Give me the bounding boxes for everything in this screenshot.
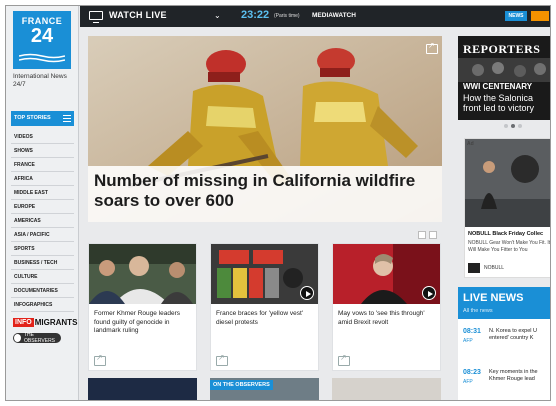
top-stories-button[interactable]: TOP STORIES <box>11 111 74 126</box>
logo-line1: FRANCE <box>21 16 63 26</box>
infomigrants-prefix: INFO <box>13 318 34 327</box>
sidebar-nav-item[interactable]: SHOWS <box>11 144 74 158</box>
ad-brand: NOBULL <box>468 263 504 273</box>
grid-view-icon[interactable] <box>418 231 426 239</box>
ad-title: NOBULL Black Friday Collec <box>468 231 544 237</box>
sidebar-nav-item[interactable]: CULTURE <box>11 270 74 284</box>
sidebar-nav-item[interactable]: DOCUMENTARIES <box>11 284 74 298</box>
sidebar-nav: VIDEOS SHOWS FRANCE AFRICA MIDDLE EAST EUROPE… <box>11 130 74 312</box>
infomigrants-logo[interactable]: INFO MIGRANTS <box>13 317 77 328</box>
advertisement[interactable]: Ad NOBULL Black Friday Collec NOBULL Gea… <box>464 138 551 278</box>
france24-logo[interactable]: FRANCE 24 <box>13 11 71 69</box>
carousel-dot[interactable] <box>504 124 508 128</box>
news-text: Key moments in the Khmer Rouge lead <box>489 369 538 382</box>
card-caption: France braces for 'yellow vest' diesel p… <box>216 310 304 326</box>
share-icon[interactable] <box>338 353 350 366</box>
observers-label: ON THE OBSERVERS <box>210 380 273 390</box>
eye-icon <box>14 334 21 342</box>
ad-brand-icon <box>468 263 480 273</box>
play-icon[interactable] <box>300 286 314 300</box>
menu-button[interactable] <box>531 11 549 21</box>
hero-caption: Number of missing in California wildfire… <box>88 166 442 222</box>
tagline: International News 24/7 <box>13 73 67 88</box>
ad-brand-label: NOBULL <box>484 265 505 271</box>
share-icon[interactable] <box>94 353 106 366</box>
list-view-icon[interactable] <box>429 231 437 239</box>
hamburger-icon[interactable] <box>63 115 71 122</box>
reporters-headline: WWI CENTENARY <box>463 82 533 91</box>
live-news-title: LIVE NEWS <box>463 292 524 304</box>
reporters-subtitle: How the Salonica front led to victory <box>463 93 535 113</box>
tv-icon <box>89 10 103 23</box>
sidebar-nav-item[interactable]: MIDDLE EAST <box>11 186 74 200</box>
reporters-logo: REPORTERS <box>463 42 541 56</box>
hero-share-icon[interactable] <box>426 41 438 54</box>
browser-frame: FRANCE 24 International News 24/7 TOP ST… <box>5 5 551 401</box>
live-news-subtitle[interactable]: All the news <box>463 308 493 314</box>
carousel-dots[interactable] <box>504 124 522 128</box>
sidebar-nav-item[interactable]: AFRICA <box>11 172 74 186</box>
live-news-header[interactable]: LIVE NEWS All the news <box>458 287 550 319</box>
news-time: 08:31 <box>463 328 481 335</box>
top-bar: WATCH LIVE ⌄ 23:22 (Paris time) MEDIAWAT… <box>80 6 550 27</box>
card-caption: May vows to 'see this through' amid Brex… <box>338 310 425 326</box>
news-time: 08:23 <box>463 369 481 376</box>
reporters-promo[interactable]: REPORTERS WWI CENTENARY How the Salonica… <box>458 36 550 120</box>
story-card[interactable]: France braces for 'yellow vest' diesel p… <box>210 243 319 371</box>
paris-time-note: (Paris time) <box>274 13 300 19</box>
card-image <box>333 244 440 304</box>
news-source: AFP <box>463 379 473 385</box>
news-source: AFP <box>463 338 473 344</box>
top-stories-label: TOP STORIES <box>14 115 51 121</box>
carousel-dot-active[interactable] <box>511 124 515 128</box>
ad-description: NOBULL Gear Won't Make You Fit. It Will … <box>468 240 551 253</box>
logo-line2: 24 <box>30 25 54 47</box>
story-card-partial[interactable] <box>332 378 441 400</box>
observers-logo[interactable]: THE OBSERVERS <box>13 332 61 344</box>
sidebar-nav-item[interactable]: VIDEOS <box>11 130 74 144</box>
watch-live-button[interactable]: WATCH LIVE <box>89 10 167 23</box>
watch-live-label: WATCH LIVE <box>109 10 167 20</box>
ad-tag: Ad <box>467 141 474 147</box>
share-icon[interactable] <box>216 353 228 366</box>
sidebar-nav-item[interactable]: ASIA / PACIFIC <box>11 228 74 242</box>
hero-headline[interactable]: Number of missing in California wildfire… <box>94 171 434 211</box>
logo-waves-icon <box>19 53 65 63</box>
view-toggle[interactable] <box>418 231 437 239</box>
card-image <box>211 244 318 304</box>
sidebar-nav-item[interactable]: SPORTS <box>11 242 74 256</box>
sidebar: FRANCE 24 International News 24/7 TOP ST… <box>6 6 79 400</box>
chevron-down-icon[interactable]: ⌄ <box>214 11 221 20</box>
news-button[interactable]: NEWS <box>505 11 527 21</box>
ad-image <box>465 139 550 227</box>
sidebar-nav-item[interactable]: AMERICAS <box>11 214 74 228</box>
play-icon[interactable] <box>422 286 436 300</box>
sidebar-nav-item[interactable]: EUROPE <box>11 200 74 214</box>
infomigrants-suffix: MIGRANTS <box>34 318 78 327</box>
story-card-partial[interactable] <box>88 378 197 400</box>
live-clock: 23:22 <box>241 9 270 21</box>
card-image <box>89 244 196 304</box>
story-card[interactable]: Former Khmer Rouge leaders found guilty … <box>88 243 197 371</box>
hero-story[interactable]: Number of missing in California wildfire… <box>88 36 442 222</box>
current-program[interactable]: MEDIAWATCH <box>312 12 356 19</box>
observers-logo-label: THE OBSERVERS <box>23 332 56 344</box>
news-text: N. Korea to expel U entered' country K <box>489 328 537 341</box>
sidebar-nav-item[interactable]: FRANCE <box>11 158 74 172</box>
live-news-panel: LIVE NEWS All the news 08:31 AFP N. Kore… <box>458 287 550 400</box>
story-card-partial[interactable]: ON THE OBSERVERS <box>210 378 319 400</box>
story-card[interactable]: May vows to 'see this through' amid Brex… <box>332 243 441 371</box>
sidebar-nav-item[interactable]: INFOGRAPHICS <box>11 298 74 312</box>
card-caption: Former Khmer Rouge leaders found guilty … <box>94 310 180 334</box>
sidebar-nav-item[interactable]: BUSINESS / TECH <box>11 256 74 270</box>
carousel-dot[interactable] <box>518 124 522 128</box>
